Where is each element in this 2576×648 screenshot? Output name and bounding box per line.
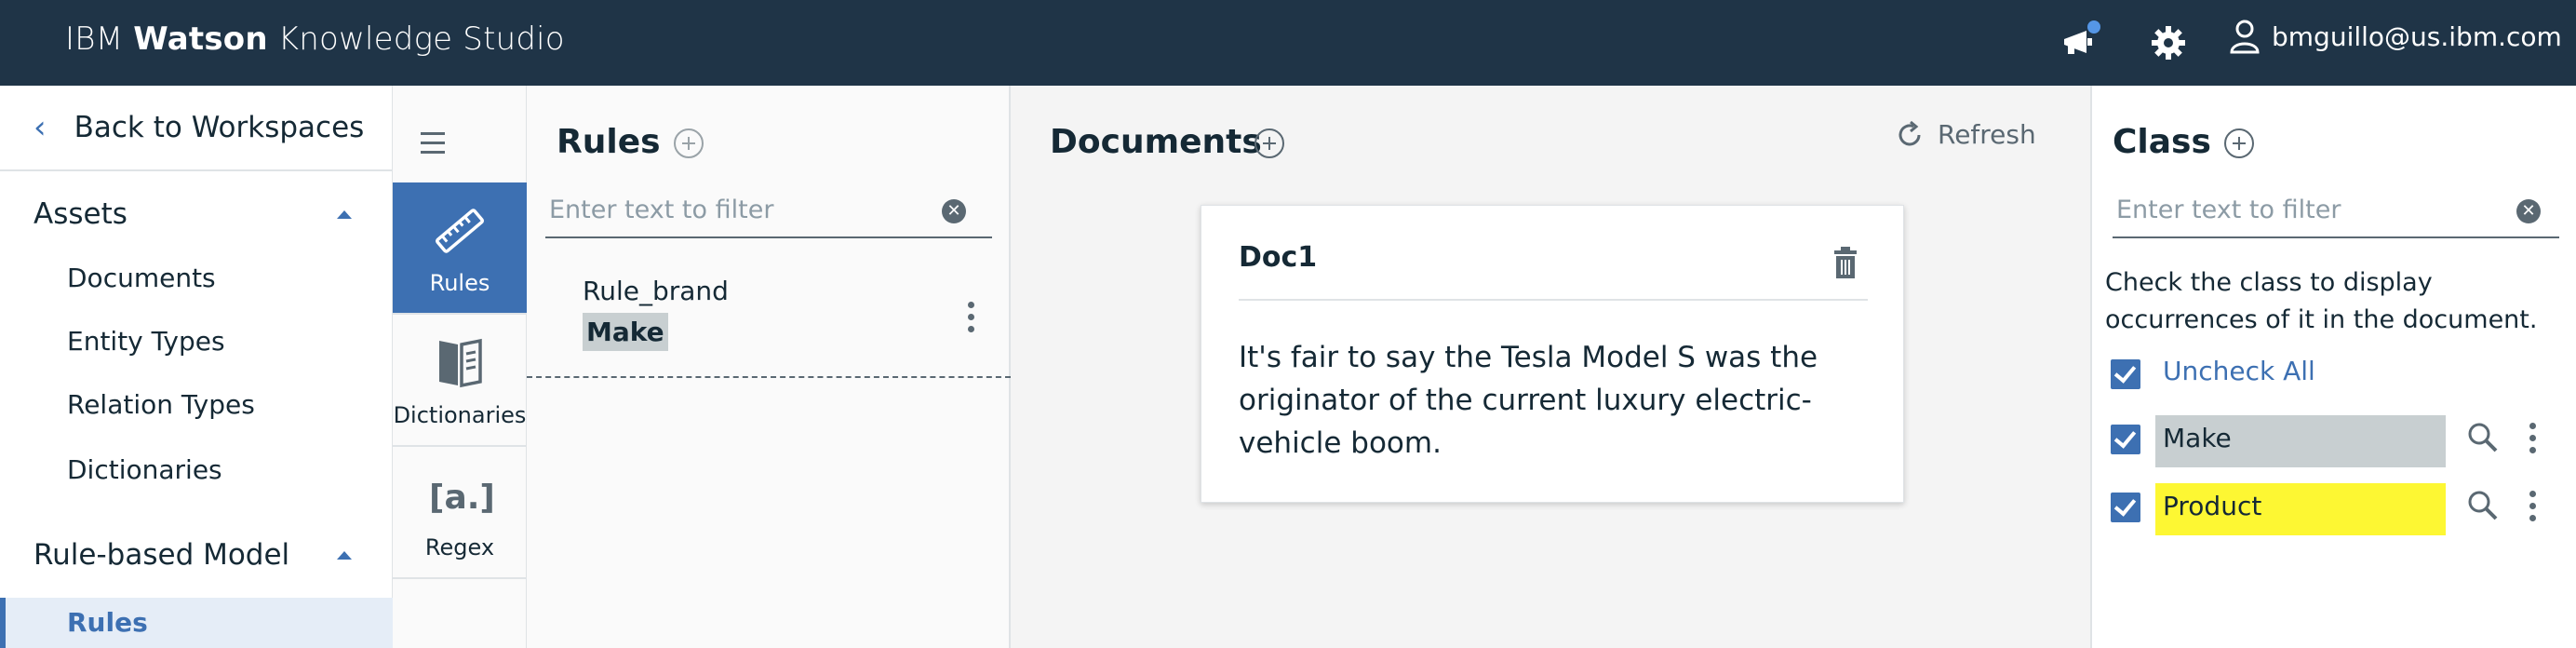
overflow-menu-icon[interactable] (2529, 491, 2537, 527)
refresh-button[interactable]: Refresh (1895, 119, 2036, 150)
nav-item-documents[interactable]: Documents (67, 263, 216, 293)
rule-class-tag: Make (583, 313, 668, 351)
document-card: Doc1 It's fair to say the Tesla Model S … (1201, 205, 1904, 503)
book-icon (439, 338, 482, 388)
settings-gear-icon[interactable] (2146, 20, 2191, 65)
add-document-icon[interactable] (1254, 128, 1284, 158)
rules-title: Rules (557, 123, 661, 161)
refresh-icon (1898, 120, 1921, 145)
hamburger-menu-icon[interactable] (421, 132, 445, 160)
rules-filter-input[interactable]: Enter text to filter ✕ (545, 184, 992, 238)
search-icon[interactable] (2466, 421, 2500, 454)
clear-filter-icon[interactable]: ✕ (942, 199, 966, 223)
uncheck-all-link[interactable]: Uncheck All (2163, 356, 2315, 386)
document-text: It's fair to say the Tesla Model S was t… (1239, 341, 1818, 460)
tool-dictionaries-label: Dictionaries (393, 402, 527, 428)
documents-panel: Documents Refresh Doc1 It's fair to say … (1011, 86, 2092, 648)
class-panel: Class Enter text to filter ✕ Check the c… (2092, 86, 2576, 648)
class-checkbox-product[interactable] (2111, 493, 2140, 522)
rules-panel: Rules Enter text to filter ✕ Rule_brand … (527, 86, 1011, 648)
class-tag-product[interactable]: Product (2155, 483, 2446, 535)
uncheck-all-checkbox[interactable] (2111, 359, 2140, 389)
class-title: Class (2113, 123, 2211, 161)
trash-icon[interactable] (1832, 247, 1858, 278)
nav-item-dictionaries[interactable]: Dictionaries (67, 454, 222, 485)
nav-item-rules-label: Rules (67, 607, 148, 638)
class-checkbox-make[interactable] (2111, 425, 2140, 454)
add-class-icon[interactable] (2224, 128, 2254, 158)
user-menu[interactable]: bmguillo@us.ibm.com (2229, 19, 2562, 54)
back-label: Back to Workspaces (74, 111, 365, 144)
user-email: bmguillo@us.ibm.com (2272, 20, 2562, 52)
assets-group-header[interactable]: Assets (34, 197, 127, 231)
class-filter-input[interactable]: Enter text to filter ✕ (2113, 184, 2559, 238)
nav-item-rules[interactable]: Rules (0, 598, 393, 648)
tool-dictionaries[interactable]: Dictionaries (393, 315, 527, 447)
collapse-caret-icon[interactable] (337, 551, 352, 560)
nav-item-entity-types[interactable]: Entity Types (67, 326, 225, 357)
rule-list-item[interactable]: Rule_brand Make (527, 263, 1011, 378)
back-to-workspaces-link[interactable]: ‹ Back to Workspaces (0, 86, 393, 171)
collapse-caret-icon[interactable] (337, 210, 352, 219)
announcement-icon[interactable] (2059, 20, 2103, 65)
left-navigation: ‹ Back to Workspaces Assets Documents En… (0, 86, 393, 648)
rules-filter-placeholder: Enter text to filter (549, 196, 774, 224)
regex-icon: [a.]+ (429, 479, 492, 517)
ruler-icon (436, 209, 484, 253)
document-divider (1239, 299, 1868, 301)
documents-title: Documents (1050, 123, 1262, 161)
nav-item-relation-types[interactable]: Relation Types (67, 389, 255, 420)
app-brand[interactable]: IBM Watson Knowledge Studio (65, 20, 565, 58)
svg-text:[a.]+: [a.]+ (429, 479, 492, 517)
tool-rail: Rules Dictionaries [a.]+ Regex (393, 86, 527, 648)
chevron-left-icon: ‹ (34, 109, 47, 146)
overflow-menu-icon[interactable] (968, 302, 975, 338)
document-name: Doc1 (1239, 241, 1318, 274)
tool-regex-label: Regex (424, 534, 495, 560)
overflow-menu-icon[interactable] (2529, 423, 2537, 459)
search-icon[interactable] (2466, 489, 2500, 522)
tool-rules-label: Rules (429, 270, 490, 296)
rule-name: Rule_brand (583, 276, 729, 306)
brand-suffix: Knowledge Studio (277, 20, 565, 58)
brand-prefix: IBM (65, 20, 124, 58)
user-icon (2230, 20, 2260, 54)
class-filter-placeholder: Enter text to filter (2116, 196, 2341, 224)
clear-filter-icon[interactable]: ✕ (2516, 199, 2541, 223)
add-rule-icon[interactable] (674, 128, 704, 158)
class-instructions: Check the class to display occurrences o… (2105, 268, 2538, 334)
tool-rules[interactable]: Rules (393, 182, 527, 315)
brand-bold: Watson (133, 20, 268, 58)
top-bar: IBM Watson Knowledge Studio bmguillo@us.… (0, 0, 2576, 86)
tool-regex[interactable]: [a.]+ Regex (393, 447, 527, 579)
rule-based-model-group-header[interactable]: Rule-based Model (34, 538, 289, 572)
class-tag-make[interactable]: Make (2155, 415, 2446, 467)
refresh-label: Refresh (1938, 119, 2036, 150)
